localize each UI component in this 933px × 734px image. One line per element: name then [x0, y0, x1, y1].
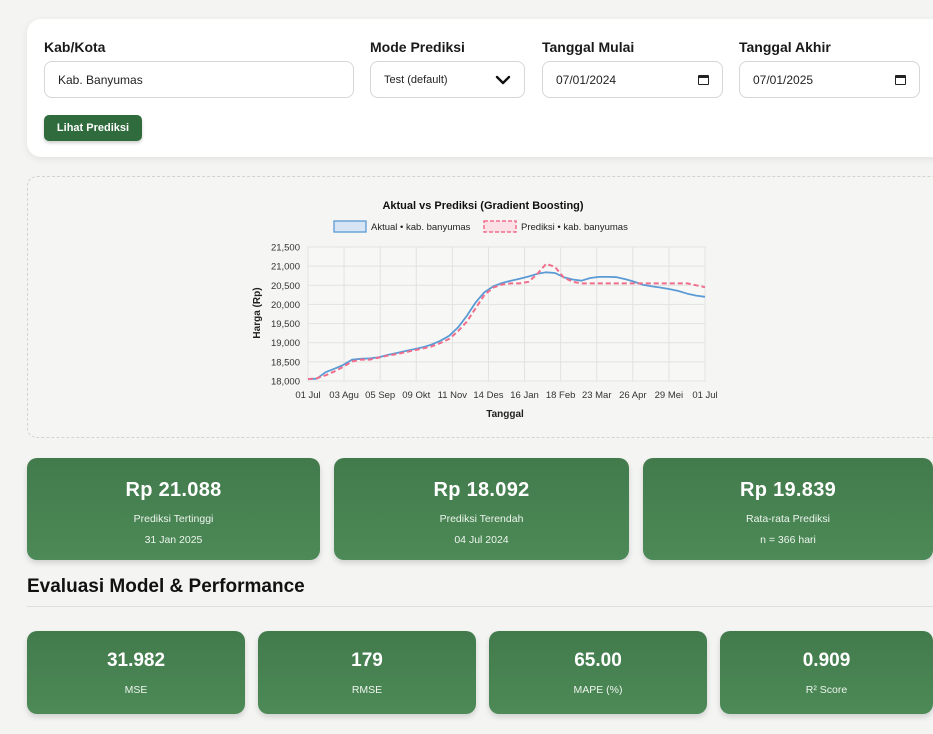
x-tick-label: 16 Jan	[510, 390, 539, 401]
metric-label: RMSE	[351, 684, 383, 696]
plot-area	[307, 246, 706, 382]
x-tick-label: 09 Okt	[402, 390, 430, 401]
x-tick-label: 01 Jul	[295, 390, 320, 401]
metric-label: MSE	[124, 684, 148, 696]
metric-value: 65.00	[574, 650, 622, 671]
metric-value: 179	[351, 650, 383, 671]
calendar-icon[interactable]	[895, 74, 906, 85]
mode-select-value: Test (default)	[384, 73, 448, 86]
x-tick-label: 01 Jul	[692, 390, 717, 401]
y-tick-label: 18,500	[271, 357, 300, 368]
metric-card-rmse: 179 RMSE	[258, 631, 476, 714]
stat-sub: n = 366 hari	[760, 534, 816, 546]
x-tick-label: 05 Sep	[365, 390, 395, 401]
chart-grid	[307, 246, 706, 382]
chevron-down-icon	[495, 75, 511, 84]
end-date-label: Tanggal Akhir	[739, 39, 831, 55]
y-tick-label: 18,000	[271, 377, 300, 388]
start-date-input[interactable]: 07/01/2024	[542, 61, 723, 98]
evaluation-title: Evaluasi Model & Performance	[27, 576, 305, 597]
x-tick-label: 14 Des	[473, 390, 503, 401]
end-date-input[interactable]: 07/01/2025	[739, 61, 920, 98]
kab-label: Kab/Kota	[44, 39, 106, 55]
metric-value: 31.982	[106, 650, 166, 671]
legend-label-predicted: Prediksi • kab. banyumas	[521, 222, 628, 233]
x-tick-label: 23 Mar	[582, 390, 612, 401]
stat-label: Rata-rata Prediksi	[745, 513, 831, 525]
stat-sub: 04 Jul 2024	[454, 534, 509, 546]
legend-swatch-actual	[333, 220, 367, 233]
stat-card-average: Rp 19.839 Rata-rata Prediksi n = 366 har…	[643, 458, 933, 560]
x-axis-ticks: 01 Jul 03 Agu 05 Sep 09 Okt 11 Nov 14 Des 16 J…	[295, 390, 717, 401]
y-tick-label: 19,000	[271, 338, 300, 349]
stat-value: Rp 21.088	[125, 479, 222, 501]
x-tick-label: 18 Feb	[546, 390, 576, 401]
y-tick-label: 21,500	[271, 243, 300, 254]
chart-title: Aktual vs Prediksi (Gradient Boosting)	[382, 200, 583, 212]
x-tick-label: 11 Nov	[438, 390, 468, 401]
legend-label-actual: Aktual • kab. banyumas	[371, 222, 471, 233]
y-tick-label: 20,000	[271, 300, 300, 311]
x-tick-label: 26 Apr	[619, 390, 646, 401]
metric-label: R² Score	[805, 684, 848, 696]
calendar-icon[interactable]	[698, 74, 709, 85]
prediction-line-chart: Aktual vs Prediksi (Gradient Boosting) A…	[252, 200, 718, 420]
chart-legend: Aktual • kab. banyumas Prediksi • kab. ba…	[333, 220, 628, 233]
start-date-value: 07/01/2024	[556, 72, 617, 87]
section-divider	[27, 606, 933, 607]
chart-card: Aktual vs Prediksi (Gradient Boosting) A…	[27, 176, 933, 438]
stat-value: Rp 18.092	[433, 479, 530, 501]
y-tick-label: 21,000	[271, 262, 300, 273]
y-axis-ticks: 18,000 18,500 19,000 19,500 20,000 20,500 21,0…	[271, 243, 300, 388]
y-axis-label: Harga (Rp)	[252, 287, 263, 338]
end-date-value: 07/01/2025	[753, 72, 814, 87]
metric-card-mse: 31.982 MSE	[27, 631, 245, 714]
metric-label: MAPE (%)	[573, 684, 623, 696]
stat-label: Prediksi Tertinggi	[133, 513, 214, 525]
mode-label: Mode Prediksi	[370, 39, 465, 55]
legend-swatch-predicted	[483, 220, 517, 233]
lihat-prediksi-button[interactable]: Lihat Prediksi	[44, 115, 142, 141]
x-tick-label: 29 Mei	[655, 390, 684, 401]
metric-value: 0.909	[802, 650, 851, 671]
mode-select[interactable]: Test (default)	[370, 61, 525, 98]
y-tick-label: 19,500	[271, 319, 300, 330]
stat-card-highest: Rp 21.088 Prediksi Tertinggi 31 Jan 2025	[27, 458, 320, 560]
metric-card-mape: 65.00 MAPE (%)	[489, 631, 707, 714]
kab-input[interactable]: Kab. Banyumas	[44, 61, 354, 98]
filter-card: Kab/Kota Kab. Banyumas Mode Prediksi Tes…	[27, 19, 933, 157]
stat-sub: 31 Jan 2025	[144, 534, 203, 546]
x-axis-label: Tanggal	[486, 409, 524, 420]
metric-card-r2: 0.909 R² Score	[720, 631, 933, 714]
stat-label: Prediksi Terendah	[439, 513, 524, 525]
y-tick-label: 20,500	[271, 281, 300, 292]
start-date-label: Tanggal Mulai	[542, 39, 635, 55]
stat-value: Rp 19.839	[739, 479, 837, 501]
stat-card-lowest: Rp 18.092 Prediksi Terendah 04 Jul 2024	[334, 458, 629, 560]
kab-input-value: Kab. Banyumas	[58, 72, 143, 87]
x-tick-label: 03 Agu	[329, 390, 359, 401]
